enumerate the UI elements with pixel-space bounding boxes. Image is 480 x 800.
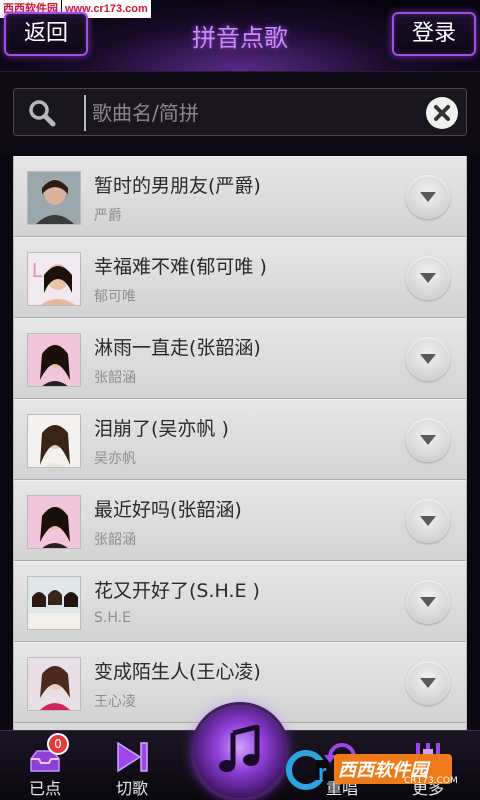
chevron-down-icon[interactable] bbox=[406, 337, 450, 381]
song-artist: 严爵 bbox=[94, 208, 122, 224]
tab-skip-label: 切歌 bbox=[115, 779, 148, 798]
list-item[interactable]: 泪崩了(吴亦帆 ) 吴亦帆 bbox=[14, 399, 466, 480]
song-title: 变成陌生人(王心凌) bbox=[94, 661, 261, 683]
search-input[interactable] bbox=[84, 95, 424, 131]
song-title: 花又开好了(S.H.E ) bbox=[94, 580, 260, 602]
list-item[interactable]: L 幸福难不难(郁可唯 ) 郁可唯 bbox=[14, 237, 466, 318]
song-title: 暂时的男朋友(严爵) bbox=[94, 175, 261, 197]
tab-skip[interactable]: 切歌 bbox=[92, 731, 172, 800]
clear-icon[interactable] bbox=[426, 97, 458, 129]
login-button[interactable]: 登录 bbox=[392, 12, 476, 56]
song-artist: 王心凌 bbox=[94, 694, 136, 710]
song-artist: 吴亦帆 bbox=[94, 451, 136, 467]
svg-text:L: L bbox=[32, 260, 43, 282]
song-title: 淋雨一直走(张韶涵) bbox=[94, 337, 261, 359]
artist-avatar bbox=[27, 414, 81, 468]
artist-avatar bbox=[27, 576, 81, 630]
chevron-down-icon[interactable] bbox=[406, 418, 450, 462]
artist-avatar: L bbox=[27, 252, 81, 306]
artist-avatar bbox=[27, 171, 81, 225]
song-title: 幸福难不难(郁可唯 ) bbox=[94, 256, 267, 278]
song-title: 最近好吗(张韶涵) bbox=[94, 499, 242, 521]
song-title: 泪崩了(吴亦帆 ) bbox=[94, 418, 229, 440]
search-area bbox=[0, 72, 480, 156]
selected-count-badge: 0 bbox=[47, 733, 69, 755]
list-item[interactable]: 暂时的男朋友(严爵) 严爵 bbox=[14, 156, 466, 237]
tab-selected-songs[interactable]: 0 已点 bbox=[5, 731, 85, 800]
overlay-watermark-url: CR173.COM bbox=[404, 776, 458, 786]
list-item[interactable]: 淋雨一直走(张韶涵) 张韶涵 bbox=[14, 318, 466, 399]
music-note-icon bbox=[217, 724, 263, 779]
chevron-down-icon[interactable] bbox=[406, 256, 450, 300]
song-artist: S.H.E bbox=[94, 610, 131, 626]
header-bar: 西西软件园 www.cr173.com 返回 拼音点歌 登录 bbox=[0, 0, 480, 72]
artist-avatar bbox=[27, 495, 81, 549]
list-item[interactable]: 最近好吗(张韶涵) 张韶涵 bbox=[14, 480, 466, 561]
song-artist: 张韶涵 bbox=[94, 532, 136, 548]
chevron-down-icon[interactable] bbox=[406, 175, 450, 219]
tab-selected-songs-label: 已点 bbox=[28, 779, 61, 798]
search-icon bbox=[28, 99, 56, 127]
page-title: 拼音点歌 bbox=[192, 24, 288, 52]
artist-avatar bbox=[27, 657, 81, 711]
chevron-down-icon[interactable] bbox=[406, 499, 450, 543]
back-button[interactable]: 返回 bbox=[4, 12, 88, 56]
svg-text:r: r bbox=[318, 760, 327, 785]
song-artist: 郁可唯 bbox=[94, 289, 136, 305]
list-item[interactable]: 花又开好了(S.H.E ) S.H.E bbox=[14, 561, 466, 642]
music-player-button[interactable] bbox=[194, 706, 286, 798]
skip-icon bbox=[112, 737, 152, 777]
search-box[interactable] bbox=[13, 88, 467, 136]
overlay-watermark: r 西西软件园 CR173.COM bbox=[286, 746, 458, 792]
artist-avatar bbox=[27, 333, 81, 387]
song-artist: 张韶涵 bbox=[94, 370, 136, 386]
song-list[interactable]: 暂时的男朋友(严爵) 严爵 L 幸福难不难(郁可唯 ) 郁可唯 淋雨一直走(张韶… bbox=[13, 156, 467, 730]
chevron-down-icon[interactable] bbox=[406, 661, 450, 705]
chevron-down-icon[interactable] bbox=[406, 580, 450, 624]
